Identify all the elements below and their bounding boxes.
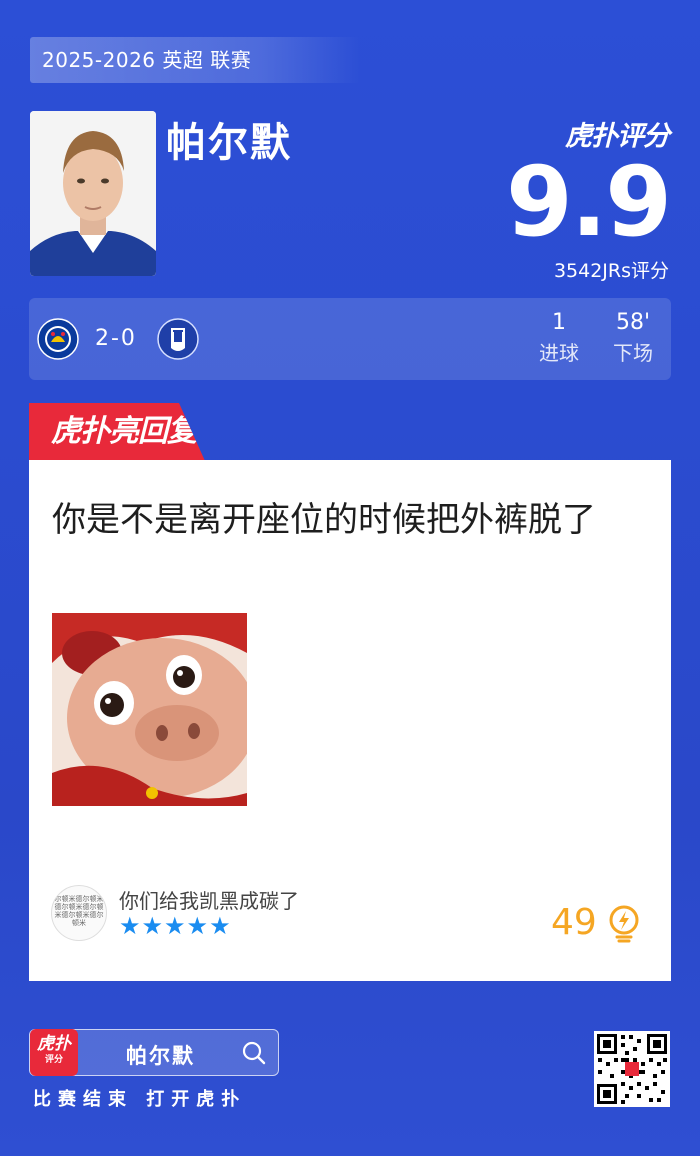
comment-text: 你是不是离开座位的时候把外裤脱了 [52,500,596,540]
meme-image [52,613,247,806]
footer-cta: 比赛结束 打开虎扑 [33,1089,247,1110]
search-icon[interactable] [242,1041,266,1065]
player-name: 帕尔默 [166,120,292,166]
user-avatar[interactable]: 尔顿米德尔顿米德尔顿米德尔顿米德尔顿米德尔顿米 [51,885,107,941]
chelsea-badge-icon [37,318,79,360]
season-label: 2025-2026 英超 联赛 [30,37,360,83]
match-score: 2-0 [95,326,137,351]
star-rating: ★★★★★ [119,912,232,940]
substitution-stat: 58' 下场 [603,310,663,366]
goals-label: 进球 [539,341,579,365]
avatar-pattern-text: 尔顿米德尔顿米德尔顿米德尔顿米德尔顿米德尔顿米 [54,895,104,927]
user-name[interactable]: 你们给我凯黑成碳了 [119,885,299,914]
light-count: 49 [551,902,597,943]
rating-score: 9.9 [505,146,672,258]
substitution-value: 58' [615,310,651,335]
rating-count: 3542JRs评分 [553,260,669,282]
search-bar[interactable]: 虎扑 评分 帕尔默 [29,1029,279,1076]
player-photo [30,111,156,276]
qr-code [594,1031,670,1107]
app-logo-text: 虎扑 [37,1034,71,1054]
goals-stat: 1 进球 [529,310,589,366]
hupu-app-logo: 虎扑 评分 [30,1029,78,1076]
substitution-label: 下场 [613,341,653,365]
lightbulb-icon[interactable] [607,905,641,943]
comment-card: 你是不是离开座位的时候把外裤脱了 尔顿米德尔顿米德尔顿米德尔顿米德尔顿米德尔顿米… [29,460,671,981]
highlight-reply-tag: 虎扑亮回复 [29,403,205,461]
search-keyword: 帕尔默 [126,1044,195,1068]
match-summary: 2-0 1 进球 58' 下场 [29,298,671,380]
app-logo-subtext: 评分 [44,1055,63,1065]
goals-value: 1 [552,310,566,335]
everton-badge-icon [157,318,199,360]
